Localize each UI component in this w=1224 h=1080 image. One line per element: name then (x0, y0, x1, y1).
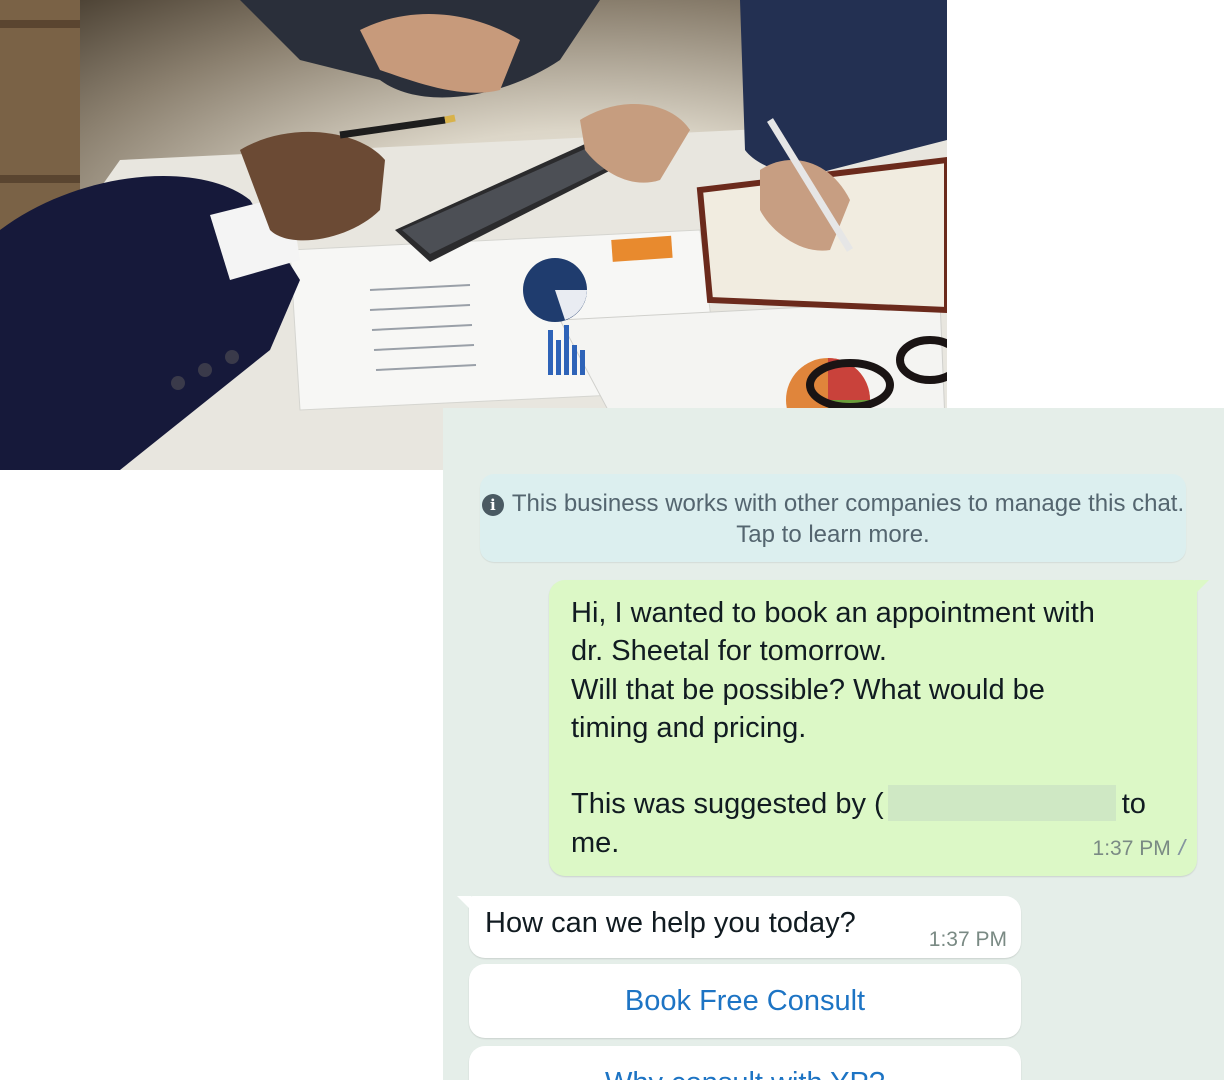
message-line-blank (571, 747, 1175, 785)
message-meta: 1:37 PM// (1092, 829, 1185, 868)
incoming-text: How can we help you today? (485, 907, 856, 939)
bubble-tail (1195, 580, 1209, 594)
right-person (740, 0, 947, 174)
quick-reply-why-consult[interactable]: Why consult with YP? (469, 1046, 1021, 1080)
message-text: to (1121, 788, 1146, 821)
outgoing-message[interactable]: Hi, I wanted to book an appointment with… (549, 580, 1209, 876)
message-line: Will that be possible? What would be (571, 673, 1045, 706)
message-line: me. (571, 826, 620, 859)
message-text: This was suggested by ( (571, 788, 884, 821)
message-line: This was suggested by ( to (571, 785, 1175, 823)
message-time: 1:37 PM (1092, 836, 1171, 860)
bubble-tail (457, 896, 471, 910)
quick-reply-book-free-consult[interactable]: Book Free Consult (469, 964, 1021, 1038)
chat-panel: i This business works with other companie… (443, 408, 1224, 1080)
message-time: 1:37 PM (928, 928, 1007, 951)
incoming-message[interactable]: How can we help you today? 1:37 PM (457, 896, 1021, 958)
system-note-text: This business works with other companies… (511, 490, 1185, 548)
message-line: dr. Sheetal for tomorrow. (571, 635, 887, 668)
info-icon: i (481, 494, 504, 516)
message-line: timing and pricing. (571, 711, 807, 744)
redacted-name (887, 785, 1116, 822)
business-meeting-photo (0, 0, 947, 470)
meeting-illustration (0, 0, 947, 470)
encryption-notice[interactable]: i This business works with other companie… (480, 474, 1186, 562)
message-line: Hi, I wanted to book an appointment with (571, 597, 1095, 629)
